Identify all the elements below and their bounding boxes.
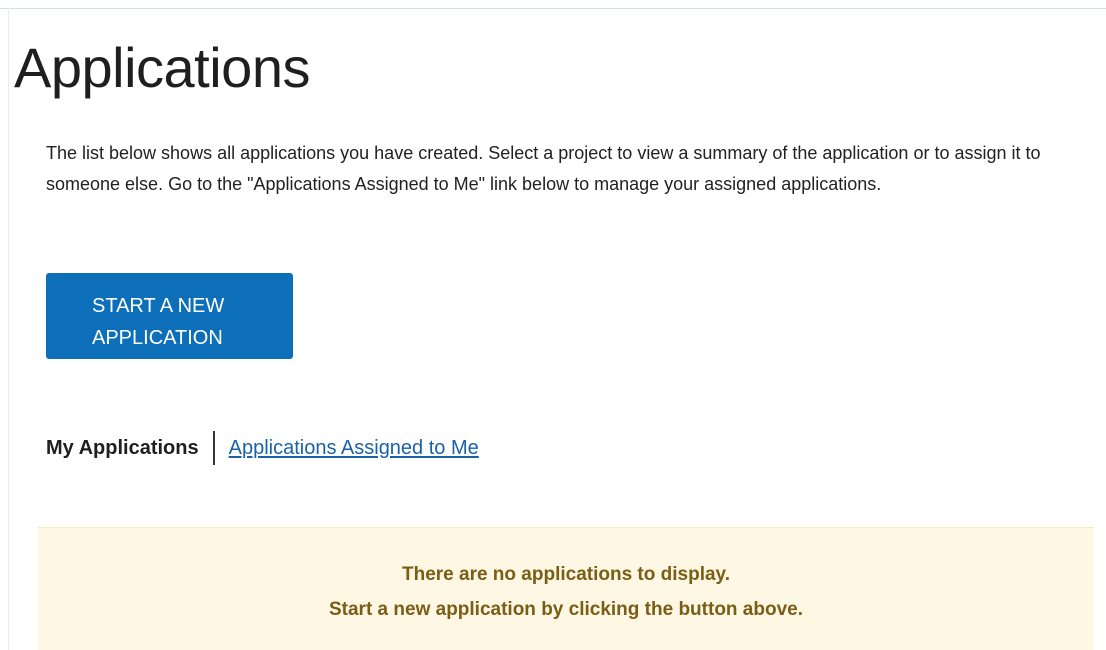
empty-message-title: There are no applications to display. — [401, 564, 730, 585]
applications-page: Applications The list below shows all ap… — [0, 0, 1106, 650]
tab-divider — [212, 431, 215, 465]
start-button-label-line-1: START A NEW — [92, 294, 225, 317]
page-title: Applications — [14, 36, 310, 99]
start-new-application-button[interactable]: START A NEW APPLICATION — [46, 273, 293, 359]
empty-message-hint: Start a new application by clicking the … — [328, 599, 804, 620]
applications-assigned-to-me-link[interactable]: Applications Assigned to Me — [229, 437, 479, 460]
applications-tabs: My Applications Applications Assigned to… — [46, 431, 479, 465]
top-divider — [0, 8, 1106, 9]
empty-applications-message: There are no applications to display. St… — [38, 527, 1094, 650]
start-button-label-line-2: APPLICATION — [92, 326, 223, 349]
left-divider — [8, 8, 9, 650]
page-description: The list below shows all applications yo… — [46, 143, 1041, 194]
tab-my-applications: My Applications — [46, 436, 199, 459]
